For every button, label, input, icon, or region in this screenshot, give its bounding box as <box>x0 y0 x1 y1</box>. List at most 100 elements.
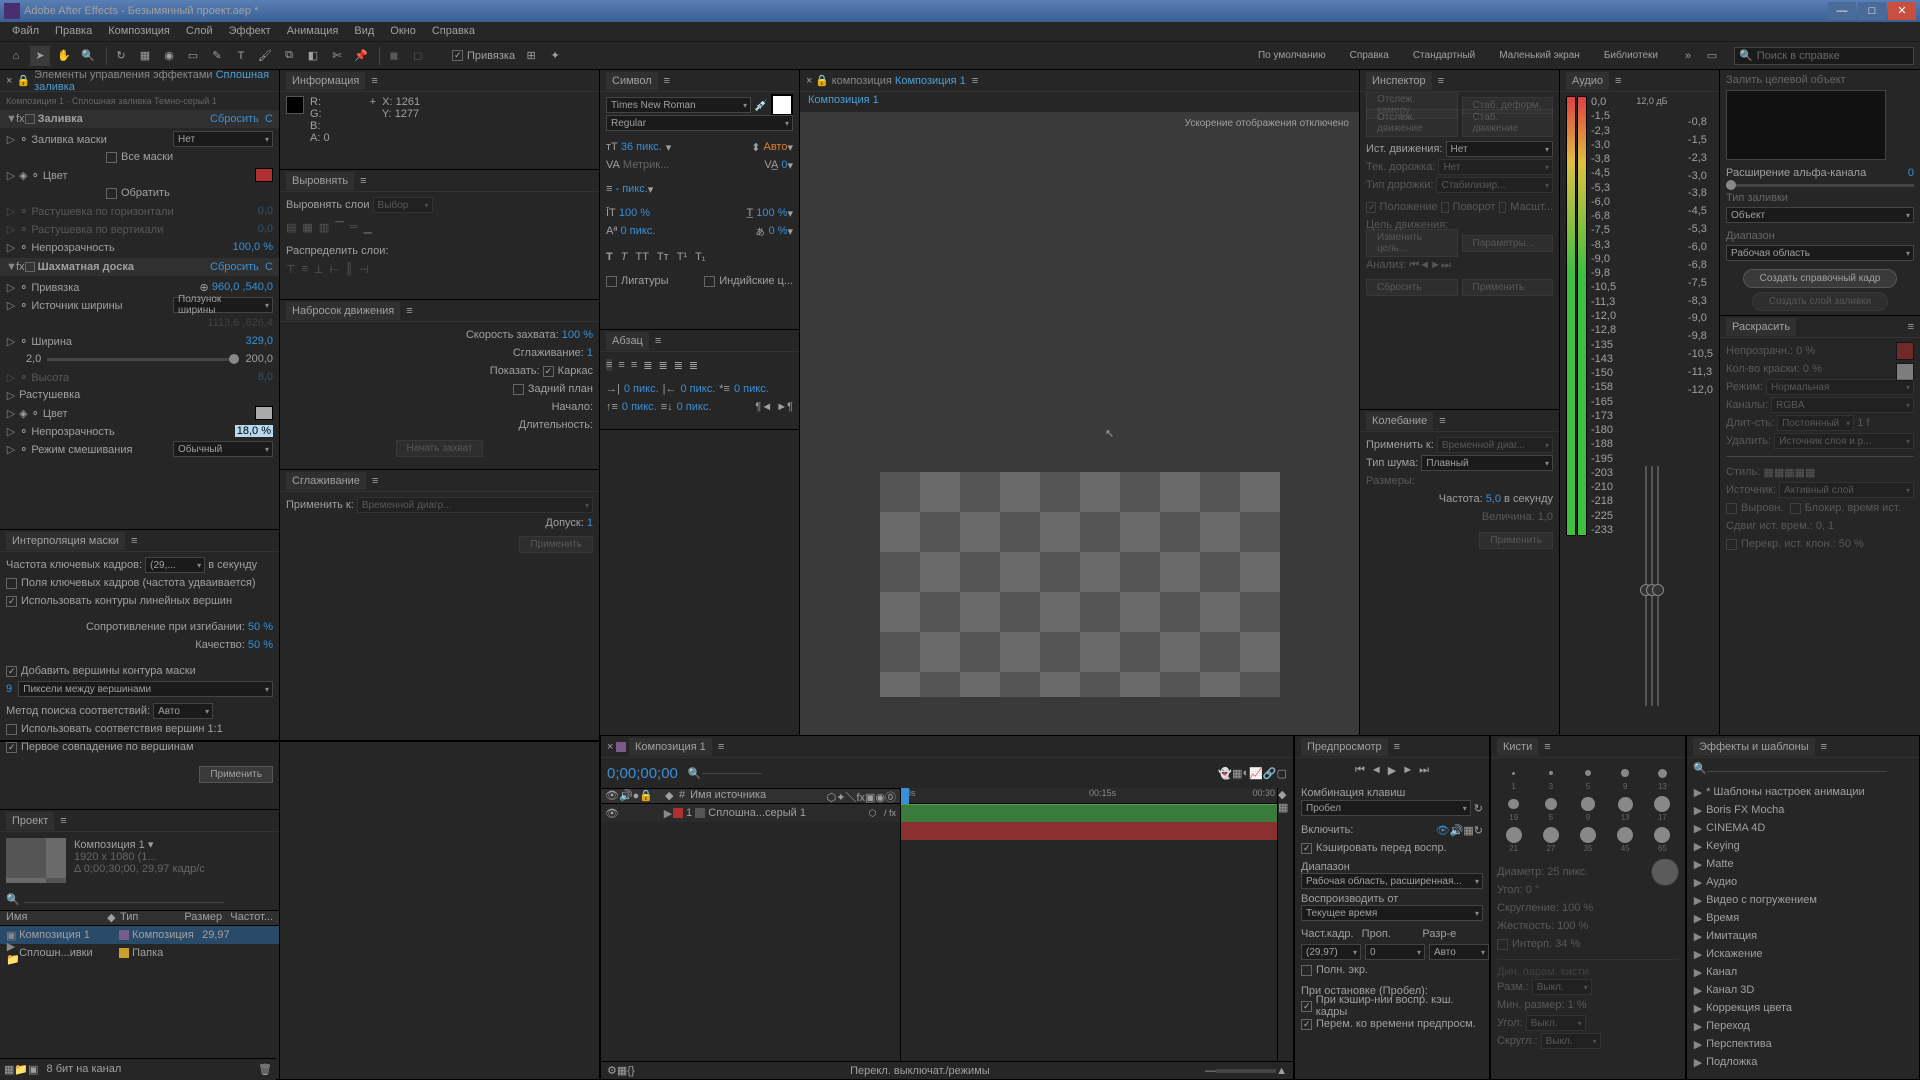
twirl-icon[interactable]: ▷ <box>6 425 16 438</box>
brush-preset[interactable]: 13 <box>1609 795 1642 822</box>
menu-эффект[interactable]: Эффект <box>221 22 279 41</box>
audio-tab[interactable]: Аудио <box>1566 72 1609 90</box>
work-area-bar[interactable] <box>901 804 1277 822</box>
shortcut-dropdown[interactable]: Пробел <box>1301 800 1471 816</box>
eye-icon[interactable]: 👁 <box>605 807 619 820</box>
dd-icon[interactable]: ▾ <box>787 141 793 154</box>
bold-button[interactable]: T <box>606 251 613 263</box>
dd-icon[interactable]: ▾ <box>787 225 793 238</box>
menu-анимация[interactable]: Анимация <box>279 22 347 41</box>
preview-range-dropdown[interactable]: Рабочая область, расширенная... <box>1301 873 1483 889</box>
lock-icon[interactable]: 🔒 <box>815 74 829 87</box>
twirl-icon[interactable]: ▶ <box>1693 1056 1703 1069</box>
close-tab-icon[interactable]: × <box>607 741 613 753</box>
motion-blur-icon[interactable]: ◐ <box>1243 767 1250 779</box>
reset-link[interactable]: Сбросить <box>210 113 259 125</box>
layer-label-icon[interactable] <box>673 808 683 818</box>
zoom-tool-icon[interactable]: 🔍 <box>78 46 98 66</box>
align-center-button[interactable]: ≡ <box>618 359 624 371</box>
brush-preset[interactable]: 65 <box>1646 826 1679 853</box>
allcaps-button[interactable]: TT <box>635 251 648 263</box>
hand-tool-icon[interactable]: ✋ <box>54 46 74 66</box>
fx-enable-icon[interactable] <box>25 114 35 124</box>
twirl-icon[interactable]: ▷ <box>6 335 16 348</box>
preview-tab[interactable]: Предпросмотр <box>1301 738 1388 756</box>
panel-menu-icon[interactable]: ≡ <box>360 175 366 187</box>
justify-right-button[interactable]: ≣ <box>674 359 683 372</box>
comp-marker-icon[interactable]: ▦ <box>1278 802 1288 814</box>
panel-menu-icon[interactable]: ≡ <box>406 305 412 317</box>
comp-viewer[interactable] <box>880 472 1280 697</box>
twirl-icon[interactable]: ▶ <box>1693 840 1703 853</box>
twirl-icon[interactable]: ▶ <box>1693 1002 1703 1015</box>
prop-value[interactable]: 100,0 % <box>233 241 273 253</box>
vtx-mode-dropdown[interactable]: Пиксели между вершинами <box>18 681 273 697</box>
paint-tab[interactable]: Раскрасить <box>1726 318 1796 336</box>
panel-menu-icon[interactable]: ≡ <box>1394 741 1400 753</box>
frequency-value[interactable]: 5,0 <box>1486 493 1501 505</box>
play-icon[interactable]: ▶ <box>1388 764 1396 777</box>
playhead-icon[interactable] <box>901 788 909 804</box>
vtx-value[interactable]: 9 <box>6 683 12 695</box>
twirl-icon[interactable]: ▷ <box>6 133 16 146</box>
dblfields-checkbox[interactable] <box>6 578 17 589</box>
preset-folder[interactable]: ▶ Имитация <box>1693 927 1913 945</box>
prev-frame-icon[interactable]: ◄ <box>1371 764 1382 777</box>
alpha-slider[interactable] <box>1726 184 1914 187</box>
leading-value[interactable]: Авто <box>763 141 787 153</box>
preset-folder[interactable]: ▶ Коррекция цвета <box>1693 999 1913 1017</box>
menu-справка[interactable]: Справка <box>424 22 483 41</box>
font-dropdown[interactable]: Times New Roman <box>606 97 751 113</box>
timeline-tab[interactable]: Композиция 1 <box>629 738 712 756</box>
res-dropdown[interactable]: Авто <box>1429 944 1489 960</box>
twirl-icon[interactable]: ▶ <box>1693 984 1703 997</box>
timeline-timecode[interactable]: 0;00;00;00 <box>607 765 678 782</box>
panel-menu-icon[interactable]: ≡ <box>655 335 661 347</box>
align-left-button[interactable]: ≡ <box>606 359 612 371</box>
prop-slider[interactable] <box>47 358 239 361</box>
lock-icon[interactable]: 🔒 <box>16 74 30 87</box>
eyedropper-icon[interactable]: 💉 <box>754 99 768 112</box>
layout-По умолчанию[interactable]: По умолчанию <box>1246 50 1338 61</box>
vscale-value[interactable]: 100 % <box>619 207 650 219</box>
smoother-tab[interactable]: Сглаживание <box>286 472 366 490</box>
zoom-in-icon[interactable]: ▲ <box>1276 1065 1287 1077</box>
panel-menu-icon[interactable]: ≡ <box>1908 321 1914 333</box>
loop-icon[interactable]: ↻ <box>1474 824 1483 837</box>
preset-folder[interactable]: ▶ * Шаблоны настроек анимации <box>1693 783 1913 801</box>
expand-icon[interactable]: {} <box>627 1065 634 1077</box>
twirl-icon[interactable]: ▶ <box>1693 948 1703 961</box>
orbit-icon[interactable]: ↻ <box>111 46 131 66</box>
fg-color-swatch[interactable] <box>1896 342 1914 360</box>
play-from-dropdown[interactable]: Текущее время <box>1301 905 1483 921</box>
subscript-button[interactable]: T₁ <box>695 251 705 263</box>
info-tab[interactable]: Информация <box>286 72 365 90</box>
twirl-icon[interactable]: ▶ <box>1693 1038 1703 1051</box>
tl-col-num[interactable]: # <box>679 789 685 803</box>
paragraph-tab[interactable]: Абзац <box>606 332 649 350</box>
preset-folder[interactable]: ▶ Keying <box>1693 837 1913 855</box>
layer-name[interactable]: Сплошна...серый 1 <box>708 807 806 819</box>
twirl-icon[interactable]: ▶ <box>1693 786 1703 799</box>
snap-checkbox[interactable] <box>452 50 463 61</box>
brush-preset[interactable]: 19 <box>1497 795 1530 822</box>
rect-tool-icon[interactable]: ▭ <box>183 46 203 66</box>
preset-folder[interactable]: ▶ Переход <box>1693 1017 1913 1035</box>
layout-new-icon[interactable]: ▭ <box>1702 46 1722 66</box>
panel-menu-icon[interactable]: ≡ <box>1439 415 1445 427</box>
text-color-swatch[interactable] <box>771 94 793 116</box>
brush-preset[interactable]: 21 <box>1497 826 1530 853</box>
pan-behind-icon[interactable]: ◉ <box>159 46 179 66</box>
dd-icon[interactable]: ▾ <box>787 207 793 220</box>
ligatures-checkbox[interactable] <box>606 276 617 287</box>
mask-interp-tab[interactable]: Интерполяция маски <box>6 532 125 550</box>
brush-preset[interactable]: 17 <box>1646 795 1679 822</box>
brush-preset[interactable]: 45 <box>1609 826 1642 853</box>
background-checkbox[interactable] <box>513 384 524 395</box>
snap-opts2-icon[interactable]: ✦ <box>545 46 565 66</box>
twirl-icon[interactable]: ▶ <box>1693 858 1703 871</box>
smooth-value[interactable]: 1 <box>587 347 593 359</box>
timeline-ruler[interactable]: ▮0s 00:15s 00:30 <box>901 788 1277 804</box>
cap-speed-value[interactable]: 100 % <box>562 329 593 341</box>
prop-value[interactable]: 8,0 <box>258 371 273 383</box>
